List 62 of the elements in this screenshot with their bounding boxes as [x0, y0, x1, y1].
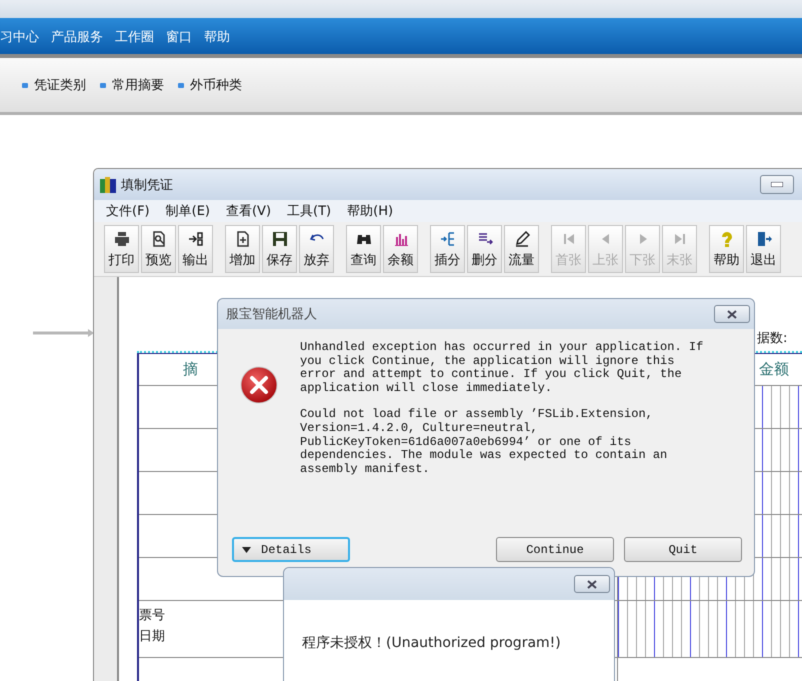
add-page-icon: [234, 231, 250, 247]
toolbar-button[interactable]: 退出: [746, 225, 781, 273]
window-title: 填制凭证: [121, 176, 173, 194]
menu-item[interactable]: 工作圈: [115, 28, 154, 46]
close-icon: [587, 580, 597, 588]
toolbar-item[interactable]: 常用摘要: [100, 76, 164, 94]
menu-item[interactable]: 帮助(H): [347, 202, 394, 220]
square-icon: [22, 82, 28, 88]
exit-door-icon: [756, 231, 772, 247]
menu-item[interactable]: 习中心: [0, 28, 39, 46]
connector-arrow: [33, 329, 95, 337]
menu-item[interactable]: 产品服务: [51, 28, 103, 46]
insert-icon: [440, 231, 456, 247]
column-header: 摘: [183, 360, 198, 379]
toolbar-button[interactable]: 余额: [383, 225, 418, 273]
bar-chart-icon: [392, 231, 408, 247]
field-label: 票号: [139, 607, 165, 625]
toolbar-button[interactable]: 保存: [262, 225, 297, 273]
toolbar-button[interactable]: 帮助: [709, 225, 744, 273]
minimize-button[interactable]: [760, 175, 794, 194]
toolbar-button[interactable]: 输出: [178, 225, 213, 273]
menu-item[interactable]: 工具(T): [287, 202, 332, 220]
field-label: 日期: [139, 628, 165, 646]
menu-item[interactable]: 查看(V): [226, 202, 272, 220]
error-message: Could not load file or assembly ’FSLib.Extension, Version=1.4.2.0, Culture=neutral, PublicKeyToken=61d6a007a0eb6994’ or one of its dependencies. The module was expected to contain an assembly manifest.: [300, 408, 668, 476]
close-icon: [727, 310, 737, 318]
toolbar-item[interactable]: 凭证类别: [22, 76, 86, 94]
dialog-message: 程序未授权！(Unauthorized program!): [302, 635, 561, 651]
toolbar-button[interactable]: 查询: [346, 225, 381, 273]
toolbar-button[interactable]: 流量: [504, 225, 539, 273]
details-button[interactable]: Details: [232, 537, 350, 562]
export-icon: [188, 231, 204, 247]
menu-item[interactable]: 窗口: [166, 28, 192, 46]
books-icon: [99, 176, 117, 194]
toolbar-button[interactable]: 删分: [467, 225, 502, 273]
toolbar-button[interactable]: 增加: [225, 225, 260, 273]
document-count-label: 据数:: [757, 330, 788, 347]
dialog-title: 服宝智能机器人: [226, 306, 318, 323]
split-delete-icon: [476, 231, 492, 247]
caret-icon: [242, 546, 251, 552]
error-message: Unhandled exception has occurred in your application. If you click Continue, the application will ignore this error and attempt to continue. If you click Quit, the application will close immediately.: [300, 341, 704, 396]
menu-item[interactable]: 文件(F): [106, 202, 150, 220]
printer-icon: [114, 231, 130, 247]
column-header: 金额: [759, 360, 789, 379]
square-icon: [100, 82, 106, 88]
toolbar-item[interactable]: 外币种类: [178, 76, 242, 94]
menu-item[interactable]: 帮助: [204, 28, 230, 46]
close-button[interactable]: [574, 575, 610, 593]
save-icon: [272, 231, 288, 247]
toolbar-button[interactable]: 插分: [430, 225, 465, 273]
page-magnifier-icon: [150, 231, 166, 247]
dialog-button[interactable]: Quit: [624, 537, 742, 562]
toolbar-button[interactable]: 放弃: [299, 225, 334, 273]
pen-icon: [514, 231, 530, 247]
error-icon: [240, 366, 278, 404]
dialog-button[interactable]: Continue: [496, 537, 614, 562]
toolbar-button[interactable]: 预览: [141, 225, 176, 273]
menu-item[interactable]: 制单(E): [166, 202, 210, 220]
minimize-icon: [771, 182, 783, 187]
toolbar-button[interactable]: 打印: [104, 225, 139, 273]
close-button[interactable]: [714, 305, 750, 323]
square-icon: [178, 82, 184, 88]
